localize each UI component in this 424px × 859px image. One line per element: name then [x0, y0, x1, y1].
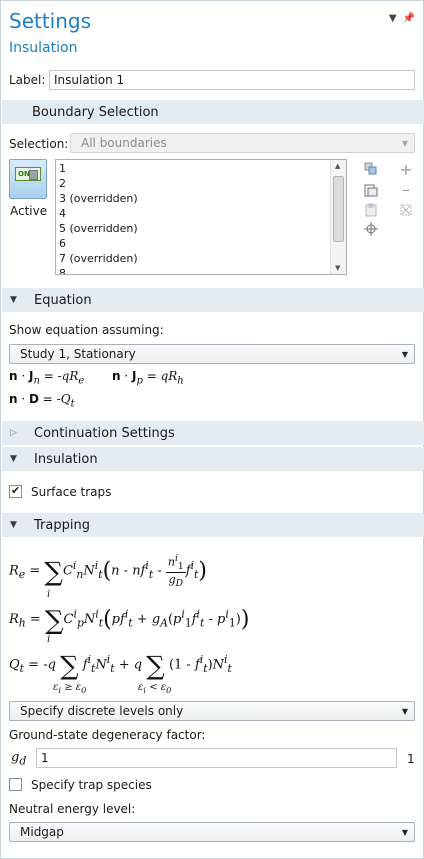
selection-value: All boundaries	[81, 136, 167, 150]
page-title: Settings	[9, 9, 92, 33]
degeneracy-caption: Ground-state degeneracy factor:	[9, 728, 206, 742]
section-title: Boundary Selection	[32, 104, 159, 120]
neutral-energy-caption: Neutral energy level:	[9, 802, 136, 816]
label-caption: Label:	[9, 73, 46, 87]
gd-field[interactable]: 1	[36, 748, 397, 768]
sum-index: i	[47, 634, 51, 645]
gd-unit: 1	[407, 752, 415, 766]
clipboard-icon[interactable]	[363, 202, 379, 218]
selection-caption: Selection:	[9, 137, 69, 151]
neutral-energy-combo[interactable]: Midgap ▼	[9, 822, 415, 842]
header-controls: ▼ 📌	[389, 13, 415, 24]
sum-range-upper: εi < ε0	[138, 682, 172, 695]
list-item[interactable]: 3 (overridden)	[59, 191, 138, 206]
list-item[interactable]: 8	[59, 266, 138, 274]
scroll-up-icon[interactable]: ▲	[335, 162, 340, 170]
trap-species-label: Specify trap species	[31, 778, 152, 792]
page-subtitle: Insulation	[9, 40, 78, 56]
section-continuation-settings[interactable]: Continuation Settings	[2, 421, 424, 445]
chevron-down-icon: ▼	[401, 707, 408, 716]
section-title: Continuation Settings	[34, 425, 175, 441]
study-combo[interactable]: Study 1, Stationary ▼	[9, 344, 415, 364]
scroll-down-icon[interactable]: ▼	[335, 264, 340, 272]
chevron-down-icon: ▼	[401, 139, 408, 148]
trap-levels-combo[interactable]: Specify discrete levels only ▼	[9, 701, 415, 721]
paste-selection-icon[interactable]	[363, 182, 379, 198]
clear-selection-icon[interactable]	[398, 202, 414, 218]
chevron-down-icon: ▼	[401, 350, 408, 359]
neutral-energy-value: Midgap	[20, 825, 64, 839]
equation-jn: n · Jn = -qRe	[9, 369, 85, 387]
active-toggle-button[interactable]: ON	[9, 159, 47, 199]
list-item[interactable]: 2	[59, 176, 138, 191]
pin-icon[interactable]: 📌	[403, 13, 415, 24]
chevron-down-icon: ▼	[401, 828, 408, 837]
section-boundary-selection[interactable]: Boundary Selection	[2, 100, 424, 124]
trap-levels-value: Specify discrete levels only	[20, 704, 184, 718]
equation-d: n · D = -Qt	[9, 392, 75, 410]
trap-species-checkbox[interactable]	[9, 778, 22, 791]
expand-arrow-icon	[10, 454, 24, 464]
study-value: Study 1, Stationary	[20, 347, 136, 361]
zoom-to-selection-icon[interactable]	[363, 221, 379, 237]
section-title: Trapping	[34, 517, 90, 533]
list-item[interactable]: 4	[59, 206, 138, 221]
expand-arrow-icon	[10, 520, 24, 530]
settings-panel: Settings Insulation ▼ 📌 Label: Insulatio…	[0, 0, 424, 859]
surface-traps-checkbox[interactable]	[9, 484, 22, 498]
list-item[interactable]: 1	[59, 161, 138, 176]
add-icon[interactable]: +	[398, 160, 414, 179]
equation-jp: n · Jp = qRh	[112, 369, 184, 387]
sum-index: i	[47, 589, 51, 600]
equation-rh: Rh = ∑CipNit(pfit + gA(pi1fit - pi1))	[9, 606, 250, 636]
collapsed-arrow-icon	[10, 428, 24, 438]
dropdown-icon[interactable]: ▼	[389, 13, 397, 24]
boundary-list[interactable]: 1 2 3 (overridden) 4 5 (overridden) 6 7 …	[55, 159, 347, 275]
selection-combo[interactable]: All boundaries ▼	[70, 133, 415, 153]
section-trapping[interactable]: Trapping	[2, 513, 424, 537]
list-item[interactable]: 6	[59, 236, 138, 251]
show-equation-caption: Show equation assuming:	[9, 323, 164, 337]
gd-symbol: gd	[11, 750, 27, 768]
section-insulation[interactable]: Insulation	[2, 447, 424, 471]
sum-range-lower: εi ≥ ε0	[53, 682, 87, 695]
remove-icon[interactable]: –	[398, 180, 414, 199]
list-item[interactable]: 5 (overridden)	[59, 221, 138, 236]
section-title: Equation	[34, 292, 92, 308]
equation-re: Re = ∑CinNit(n - nfit - ni1 gD fit)	[9, 553, 207, 590]
label-field[interactable]: Insulation 1	[49, 70, 415, 90]
surface-traps-label: Surface traps	[31, 485, 112, 499]
active-label: Active	[10, 204, 48, 218]
expand-arrow-icon	[10, 295, 24, 305]
list-scrollbar[interactable]: ▲ ▼	[330, 160, 346, 274]
section-title: Insulation	[34, 451, 98, 467]
toggle-on-icon: ON	[15, 167, 41, 181]
section-equation[interactable]: Equation	[2, 288, 424, 312]
scrollbar-thumb[interactable]	[333, 176, 344, 242]
equation-qt: Qt = -q ∑ fitNit + q ∑ (1 - fit)Nit	[9, 651, 232, 682]
copy-selection-icon[interactable]	[363, 161, 379, 177]
list-item[interactable]: 7 (overridden)	[59, 251, 138, 266]
